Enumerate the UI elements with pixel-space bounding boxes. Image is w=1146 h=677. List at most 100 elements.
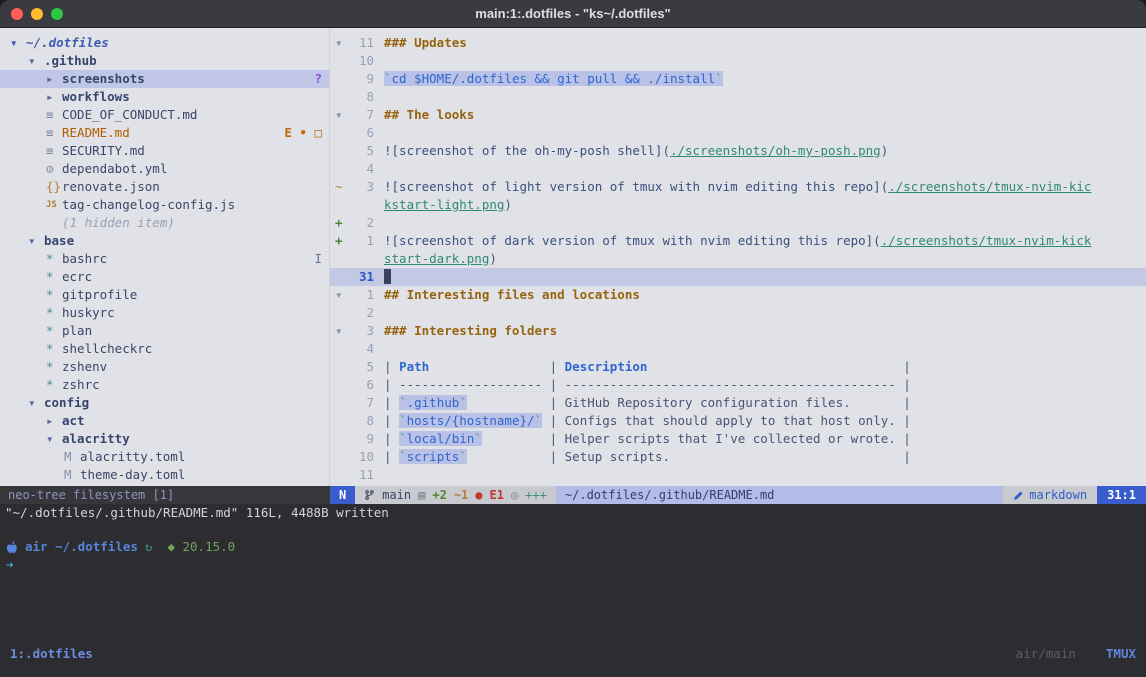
line-number: 3 bbox=[346, 178, 374, 196]
tree-item-label: zshenv bbox=[62, 358, 107, 376]
fold-icon: ▾ bbox=[330, 106, 346, 124]
line-text: kstart-light.png) bbox=[374, 196, 512, 214]
tree-item[interactable]: (1 hidden item) bbox=[0, 214, 329, 232]
git-sign: + bbox=[330, 232, 346, 250]
tree-item[interactable]: ≡CODE_OF_CONDUCT.md bbox=[0, 106, 329, 124]
zoom-button[interactable] bbox=[51, 8, 63, 20]
line-number: 1 bbox=[346, 286, 374, 304]
tree-item[interactable]: Malacritty.toml bbox=[0, 448, 329, 466]
tree-item[interactable]: {}renovate.json bbox=[0, 178, 329, 196]
line-text: ### Updates bbox=[374, 34, 467, 52]
editor-line-current[interactable]: 31 bbox=[330, 268, 1146, 286]
line-text: ### Interesting folders bbox=[374, 322, 557, 340]
neo-tree-panel[interactable]: ▾~/.dotfiles▾.github▸screenshots?▸workfl… bbox=[0, 28, 330, 486]
tmux-badge: TMUX bbox=[1106, 645, 1136, 663]
tree-item[interactable]: *zshenv bbox=[0, 358, 329, 376]
tree-item[interactable]: ▾config bbox=[0, 394, 329, 412]
tree-item[interactable]: *shellcheckrc bbox=[0, 340, 329, 358]
tree-item[interactable]: *plan bbox=[0, 322, 329, 340]
tree-item[interactable]: *bashrcI bbox=[0, 250, 329, 268]
sign-column bbox=[330, 466, 346, 484]
folder-expanded-icon[interactable]: ▾ bbox=[28, 394, 44, 412]
editor-line[interactable]: 8 bbox=[330, 88, 1146, 106]
lualine-statusline: N main ▤ +2 ~1 ● E1 ◎ +++ ~/.dotfiles/.g… bbox=[330, 486, 1146, 504]
editor-line[interactable]: start-dark.png) bbox=[330, 250, 1146, 268]
tree-item[interactable]: ▸screenshots? bbox=[0, 70, 329, 88]
tree-item-label: config bbox=[44, 394, 89, 412]
tree-item-label: SECURITY.md bbox=[62, 142, 145, 160]
star-file-icon: * bbox=[46, 304, 62, 322]
line-text: | Path | Description | bbox=[374, 358, 911, 376]
editor-line[interactable]: ▾3### Interesting folders bbox=[330, 322, 1146, 340]
editor-line[interactable]: 7| `.github` | GitHub Repository configu… bbox=[330, 394, 1146, 412]
editor-line[interactable]: +1![screenshot of dark version of tmux w… bbox=[330, 232, 1146, 250]
editor-line[interactable]: 11 bbox=[330, 466, 1146, 484]
editor-line[interactable]: 4 bbox=[330, 160, 1146, 178]
editor-line[interactable]: 5| Path | Description | bbox=[330, 358, 1146, 376]
editor-line[interactable]: 6 bbox=[330, 124, 1146, 142]
line-text: `cd $HOME/.dotfiles && git pull && ./ins… bbox=[374, 70, 723, 88]
editor-pane[interactable]: ▾11### Updates 10 9`cd $HOME/.dotfiles &… bbox=[330, 28, 1146, 486]
editor-line[interactable]: kstart-light.png) bbox=[330, 196, 1146, 214]
tree-item[interactable]: ≡README.mdE • □ bbox=[0, 124, 329, 142]
editor-line[interactable]: 2 bbox=[330, 304, 1146, 322]
tree-item[interactable]: Mtheme-day.toml bbox=[0, 466, 329, 484]
tmux-window-label[interactable]: 1:.dotfiles bbox=[10, 645, 93, 663]
line-number: 8 bbox=[346, 88, 374, 106]
editor-line[interactable]: 10 bbox=[330, 52, 1146, 70]
folder-collapsed-icon[interactable]: ▸ bbox=[46, 70, 62, 88]
editor-line[interactable]: 4 bbox=[330, 340, 1146, 358]
editor-line[interactable]: ~3![screenshot of light version of tmux … bbox=[330, 178, 1146, 196]
terminal-window: main:1:.dotfiles - "ks~/.dotfiles" ▾~/.d… bbox=[0, 0, 1146, 677]
tree-item[interactable]: ⚙dependabot.yml bbox=[0, 160, 329, 178]
tree-item[interactable]: ▾base bbox=[0, 232, 329, 250]
sign-column bbox=[330, 430, 346, 448]
folder-expanded-icon[interactable]: ▾ bbox=[28, 232, 44, 250]
line-number: 4 bbox=[346, 340, 374, 358]
folder-collapsed-icon[interactable]: ▸ bbox=[46, 412, 62, 430]
line-number: 10 bbox=[346, 52, 374, 70]
tree-item[interactable]: *zshrc bbox=[0, 376, 329, 394]
tree-item[interactable]: *ecrc bbox=[0, 268, 329, 286]
line-text bbox=[374, 52, 384, 70]
tree-item[interactable]: ▸act bbox=[0, 412, 329, 430]
folder-collapsed-icon[interactable]: ▸ bbox=[46, 88, 62, 106]
tree-item-label: renovate.json bbox=[62, 178, 160, 196]
editor-line[interactable]: 6| ------------------- | ---------------… bbox=[330, 376, 1146, 394]
line-number: 7 bbox=[346, 106, 374, 124]
editor-line[interactable]: ▾11### Updates bbox=[330, 34, 1146, 52]
editor-line[interactable]: 8| `hosts/{hostname}/` | Configs that sh… bbox=[330, 412, 1146, 430]
editor-line[interactable]: 9| `local/bin` | Helper scripts that I'v… bbox=[330, 430, 1146, 448]
tree-item-label: alacritty bbox=[62, 430, 130, 448]
tree-item[interactable]: ▾~/.dotfiles bbox=[0, 34, 329, 52]
folder-expanded-icon[interactable]: ▾ bbox=[10, 34, 26, 52]
tree-item-label: alacritty.toml bbox=[80, 448, 185, 466]
git-sign: + bbox=[330, 214, 346, 232]
editor-line[interactable]: ▾7## The looks bbox=[330, 106, 1146, 124]
tree-item[interactable]: ▸workflows bbox=[0, 88, 329, 106]
tree-item[interactable]: ▾.github bbox=[0, 52, 329, 70]
editor-line[interactable]: 9`cd $HOME/.dotfiles && git pull && ./in… bbox=[330, 70, 1146, 88]
tree-item[interactable]: *gitprofile bbox=[0, 286, 329, 304]
star-file-icon: * bbox=[46, 322, 62, 340]
sign-column bbox=[330, 52, 346, 70]
tree-item[interactable]: JStag-changelog-config.js bbox=[0, 196, 329, 214]
tree-item[interactable]: ▾alacritty bbox=[0, 430, 329, 448]
minimize-button[interactable] bbox=[31, 8, 43, 20]
editor-line[interactable]: +2 bbox=[330, 214, 1146, 232]
tree-item[interactable]: *huskyrc bbox=[0, 304, 329, 322]
tree-item[interactable]: ≡SECURITY.md bbox=[0, 142, 329, 160]
diff-added: +2 bbox=[432, 486, 446, 504]
line-text bbox=[374, 304, 384, 322]
cursor bbox=[384, 269, 391, 284]
close-button[interactable] bbox=[11, 8, 23, 20]
tree-item-label: gitprofile bbox=[62, 286, 137, 304]
tree-item-label: screenshots bbox=[62, 70, 145, 88]
folder-expanded-icon[interactable]: ▾ bbox=[46, 430, 62, 448]
editor-line[interactable]: ▾1## Interesting files and locations bbox=[330, 286, 1146, 304]
folder-expanded-icon[interactable]: ▾ bbox=[28, 52, 44, 70]
editor-line[interactable]: 5![screenshot of the oh-my-posh shell](.… bbox=[330, 142, 1146, 160]
line-text bbox=[374, 160, 384, 178]
filetype-segment: markdown bbox=[1003, 486, 1097, 504]
editor-line[interactable]: 10| `scripts` | Setup scripts. | bbox=[330, 448, 1146, 466]
